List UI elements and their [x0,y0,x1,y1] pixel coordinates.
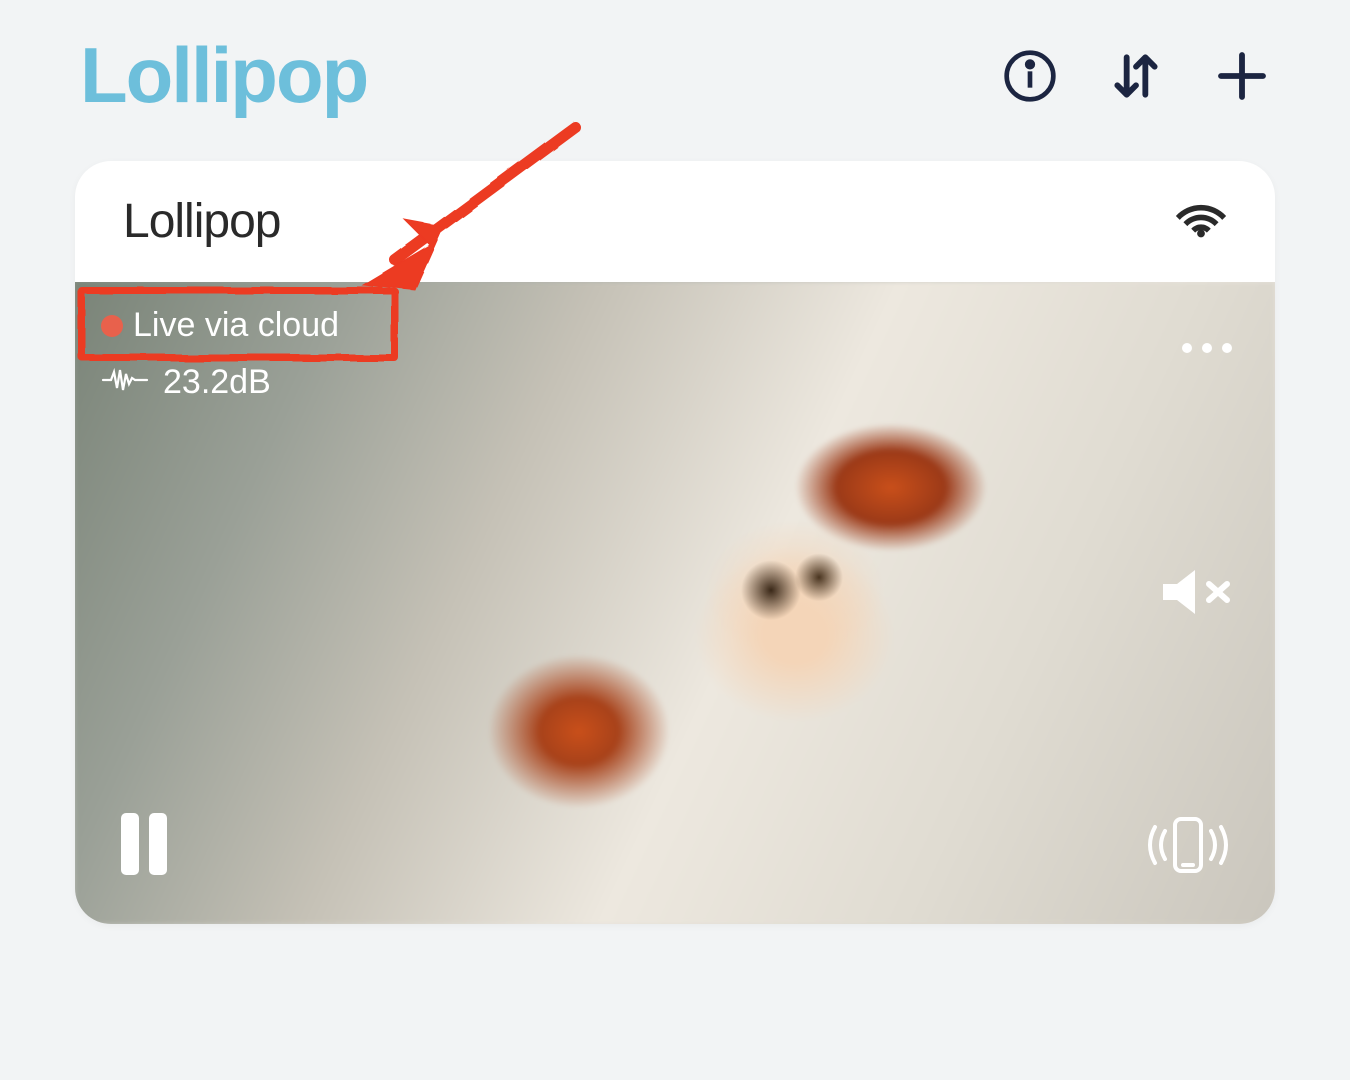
mute-icon[interactable] [1157,562,1237,627]
decibel-value: 23.2dB [163,363,271,402]
waveform-icon [101,366,149,399]
camera-name: Lollipop [123,194,280,249]
info-icon[interactable] [1002,48,1058,104]
pause-button[interactable] [117,811,171,882]
card-header: Lollipop [75,161,1275,282]
video-status-overlay: Live via cloud 23.2dB [93,300,347,402]
app-logo: Lollipop [80,30,367,121]
video-feed[interactable]: Live via cloud 23.2dB [75,282,1275,924]
live-status-row: Live via cloud [93,300,347,351]
camera-card: Lollipop Live via cloud [75,161,1275,924]
header-actions [1002,48,1270,104]
app-header: Lollipop [0,0,1350,141]
vibrate-icon[interactable] [1143,813,1233,882]
live-status-label: Live via cloud [133,306,339,345]
live-indicator-dot [101,315,123,337]
wifi-icon [1175,193,1227,250]
sort-icon[interactable] [1108,48,1164,104]
plus-icon[interactable] [1214,48,1270,104]
decibel-row: 23.2dB [93,363,347,402]
more-options-icon[interactable] [1179,340,1235,361]
